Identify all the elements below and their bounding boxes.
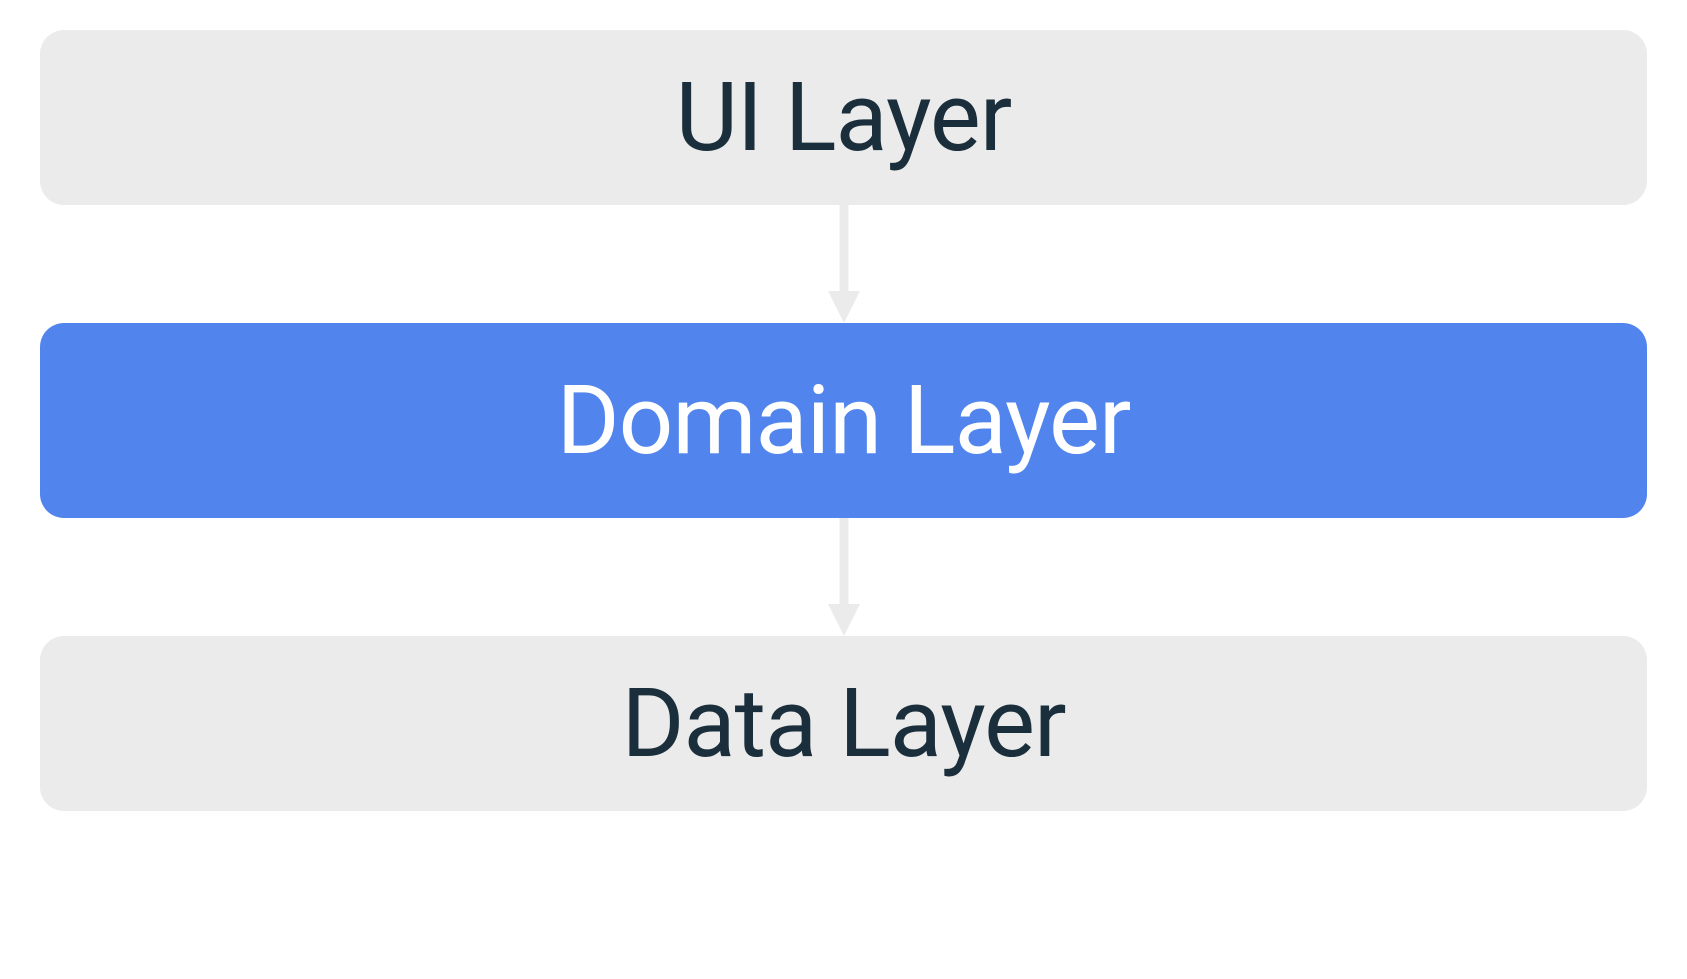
data-layer-box: Data Layer (40, 636, 1647, 811)
arrow-down-icon (824, 518, 864, 636)
arrow-domain-to-data (824, 518, 864, 636)
ui-layer-box: UI Layer (40, 30, 1647, 205)
domain-layer-label: Domain Layer (557, 365, 1131, 477)
ui-layer-label: UI Layer (676, 62, 1012, 174)
arrow-ui-to-domain (824, 205, 864, 323)
arrow-down-icon (824, 205, 864, 323)
data-layer-label: Data Layer (621, 668, 1065, 780)
domain-layer-box: Domain Layer (40, 323, 1647, 518)
